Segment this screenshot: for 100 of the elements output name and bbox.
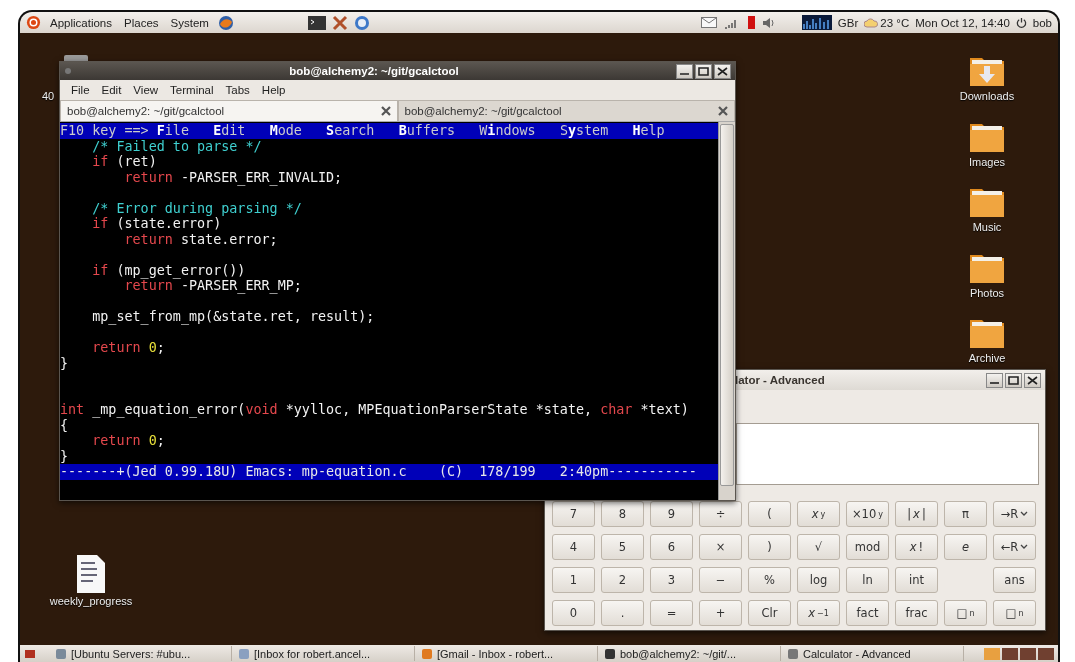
calculator-key[interactable]: x$^{−1}$ [797, 600, 840, 626]
calculator-key[interactable]: fact [846, 600, 889, 626]
desktop-icon-label[interactable]: Archive [968, 352, 1006, 364]
volume-icon[interactable] [761, 16, 776, 29]
calculator-key[interactable]: 7 [552, 501, 595, 527]
code-line: /* Error during parsing */ [91, 200, 303, 216]
menu-item[interactable]: Help [256, 83, 291, 97]
panel-menu[interactable]: Places [121, 16, 162, 29]
menu-item[interactable]: Terminal [165, 83, 219, 97]
menu-item[interactable]: Tabs [220, 83, 255, 97]
maximize-button[interactable] [1005, 372, 1022, 388]
taskbar-item[interactable]: [Ubuntu Servers: #ubu... [52, 646, 232, 661]
terminal-icon[interactable] [307, 15, 326, 30]
editor-menu-bar[interactable]: F10 key ==> File Edit Mode Search Buffers Windows System Help [60, 123, 718, 139]
user-name[interactable]: bob [1032, 16, 1052, 29]
calculator-key[interactable]: int [895, 567, 938, 593]
calculator-key[interactable]: 3 [650, 567, 693, 593]
desktop-icon-label[interactable]: Images [968, 155, 1006, 168]
calculator-key[interactable]: □$^{n}$ [993, 600, 1036, 626]
panel-menu[interactable]: Applications [47, 16, 115, 29]
power-icon[interactable] [1015, 17, 1027, 28]
show-desktop-icon[interactable] [24, 647, 36, 660]
desktop-icon-label[interactable]: 40 [42, 90, 55, 102]
keyboard-layout[interactable]: GBr [837, 16, 859, 29]
calculator-key[interactable]: 5 [601, 534, 644, 560]
calculator-key[interactable]: 0 [552, 600, 595, 626]
code-line: return state.error; [123, 231, 279, 247]
calculator-key[interactable]: x$^{y}$ [797, 501, 840, 527]
calculator-key[interactable]: − [699, 567, 742, 593]
menu-item[interactable]: View [128, 83, 164, 97]
calculator-key[interactable]: 9 [650, 501, 693, 527]
terminal-tab[interactable]: bob@alchemy2: ~/git/gcalctool [397, 100, 735, 121]
calculator-key[interactable]: √ [797, 534, 840, 560]
close-button[interactable] [714, 63, 731, 79]
minimize-button[interactable] [676, 63, 693, 79]
calculator-key[interactable]: + [699, 600, 742, 626]
calculator-key[interactable]: 8 [601, 501, 644, 527]
panel-menu[interactable]: System [167, 16, 212, 29]
desktop-icon-label[interactable]: Downloads [959, 90, 1015, 102]
menu-item[interactable]: Edit [96, 83, 127, 97]
scrollbar[interactable] [718, 122, 735, 500]
app-icon [421, 647, 433, 660]
calculator-key[interactable]: ans [993, 567, 1036, 593]
terminal-tab[interactable]: bob@alchemy2: ~/git/gcalctool [60, 100, 398, 121]
calculator-key[interactable]: log [797, 567, 840, 593]
desktop-icon-label[interactable]: Music [972, 221, 1002, 233]
caret-icon [1020, 544, 1029, 550]
calculator-key[interactable]: e [944, 534, 987, 560]
calculator-key[interactable]: % [748, 567, 791, 593]
window-title: lator - Advanced [735, 374, 826, 386]
mail-icon[interactable] [700, 17, 717, 28]
workspace-switcher-icon[interactable] [984, 646, 1054, 661]
calculator-key[interactable]: x! [895, 534, 938, 560]
calculator-dropdown[interactable]: →R [993, 501, 1036, 527]
app-icon [238, 647, 250, 660]
code-line: if (mp_get_error()) [91, 262, 247, 278]
system-monitor-icon[interactable] [801, 15, 832, 30]
calculator-key[interactable]: . [601, 600, 644, 626]
code-line: { [60, 417, 70, 433]
calculator-key[interactable]: ln [846, 567, 889, 593]
calculator-key[interactable]: 1 [552, 567, 595, 593]
close-button[interactable] [1024, 372, 1041, 388]
code-line: } [60, 448, 70, 464]
calculator-key[interactable]: ) [748, 534, 791, 560]
calculator-key[interactable]: × [699, 534, 742, 560]
code-line: if (ret) [91, 154, 158, 170]
calculator-key[interactable]: = [650, 600, 693, 626]
code-line: return 0; [91, 433, 166, 449]
desktop-icon-label[interactable]: weekly_progress [49, 595, 133, 607]
desktop-icon-label[interactable]: Photos [969, 286, 1005, 299]
calculator-dropdown[interactable]: ←R [993, 534, 1036, 560]
close-icon[interactable] [718, 106, 728, 116]
calculator-key[interactable]: ( [748, 501, 791, 527]
clock[interactable]: Mon Oct 12, 14:40 [915, 16, 1010, 29]
calculator-key[interactable]: 6 [650, 534, 693, 560]
cloud-icon [864, 17, 879, 28]
minimize-button[interactable] [986, 372, 1003, 388]
taskbar-item[interactable]: [Gmail - Inbox - robert... [418, 646, 598, 661]
taskbar-item[interactable]: Calculator - Advanced [784, 646, 964, 661]
calculator-key[interactable]: π [944, 501, 987, 527]
calculator-key[interactable]: Clr [748, 600, 791, 626]
calculator-key[interactable]: 2 [601, 567, 644, 593]
calculator-key[interactable]: 4 [552, 534, 595, 560]
calculator-key[interactable]: mod [846, 534, 889, 560]
taskbar-item[interactable]: bob@alchemy2: ~/git/... [601, 646, 781, 661]
taskbar-item[interactable]: [Inbox for robert.ancel... [235, 646, 415, 661]
app-icon [604, 647, 616, 660]
code-line: mp_set_from_mp(&state.ret, result); [91, 309, 376, 325]
calculator-key[interactable]: ×10$^{y}$ [846, 501, 889, 527]
calculator-key[interactable]: ÷ [699, 501, 742, 527]
temperature[interactable]: 23 °C [880, 16, 910, 29]
document-icon[interactable] [77, 555, 105, 593]
battery-icon[interactable] [746, 15, 756, 30]
code-line: if (state.error) [91, 216, 223, 232]
menu-item[interactable]: File [66, 83, 95, 97]
close-icon[interactable] [380, 106, 391, 116]
code-line: int _mp_equation_error(void *yylloc, MPEquationParserState *state, char *text) [60, 402, 690, 418]
maximize-button[interactable] [695, 63, 712, 79]
calculator-key[interactable]: frac [895, 600, 938, 626]
calculator-key[interactable]: |x| [895, 501, 938, 527]
